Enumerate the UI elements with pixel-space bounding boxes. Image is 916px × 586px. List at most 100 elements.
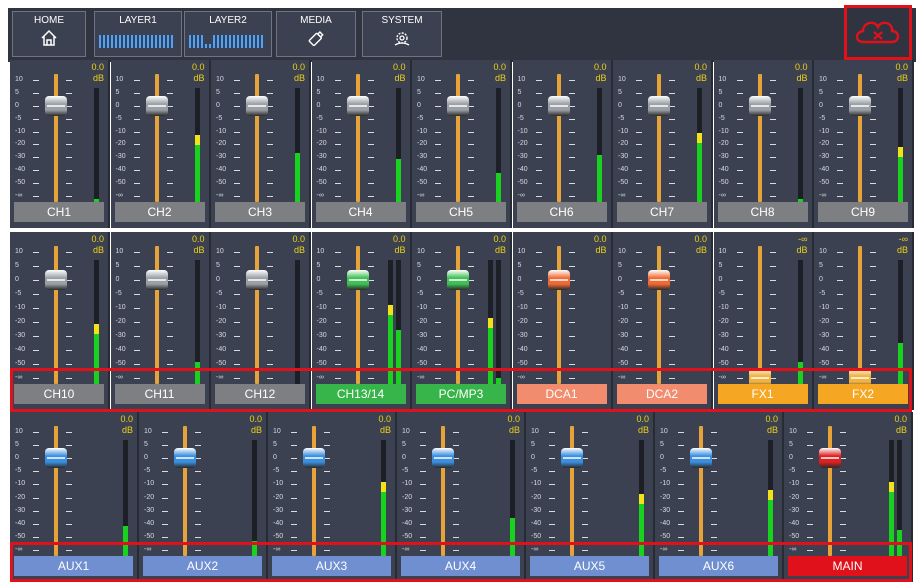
scale-tick [669,170,675,172]
channel-label-button[interactable]: CH5 [416,202,506,222]
cloud-status-button[interactable] [844,5,912,60]
tab-media[interactable]: MEDIA [276,11,356,57]
fader-track[interactable] [154,246,159,384]
fader-track[interactable] [858,246,862,384]
fader-track[interactable] [456,246,460,384]
scale-tick [468,118,474,120]
fader-track[interactable] [54,74,58,202]
channel-label-button[interactable]: CH7 [617,202,707,222]
fader-knob[interactable] [246,270,268,290]
fader-knob[interactable] [648,270,670,290]
fader-knob[interactable] [346,270,369,290]
level-meter [94,260,99,388]
fader-track[interactable] [255,246,259,384]
channel-label-button[interactable]: DCA1 [516,384,607,404]
fader-track[interactable] [757,246,762,384]
channel-label-button[interactable]: AUX1 [14,556,133,576]
channel-label-button[interactable]: AUX3 [272,556,391,576]
fader-knob[interactable] [547,95,570,116]
level-meter [768,440,773,560]
fader-track[interactable] [699,426,703,556]
tab-system[interactable]: SYSTEM [362,11,442,57]
fader-knob[interactable] [303,448,325,469]
tab-home[interactable]: HOME [12,11,86,57]
fader-track[interactable] [570,426,574,556]
layer-bar [155,35,157,48]
channel-label-button[interactable]: AUX6 [659,556,778,576]
channel-label-button[interactable]: CH2 [114,202,205,222]
fader-track[interactable] [757,74,762,202]
channel-label-button[interactable]: PC/MP3 [416,384,506,404]
channel-label-button[interactable]: AUX2 [143,556,262,576]
channel-label-button[interactable]: FX1 [717,384,808,404]
fader-knob[interactable] [45,95,67,116]
fader-knob[interactable] [346,95,369,116]
fader-knob[interactable] [748,95,771,116]
scale-tick-label: 5 [15,441,39,449]
fader-track[interactable] [556,74,561,202]
fader-track[interactable] [154,74,159,202]
fader-knob[interactable] [561,448,583,469]
tab-layer2[interactable]: LAYER2 [184,11,272,57]
fader-track[interactable] [456,74,460,202]
channel-label-button[interactable]: CH1 [14,202,104,222]
level-meter [123,440,128,560]
fader-track[interactable] [312,426,316,556]
fader-knob[interactable] [246,95,268,116]
fader-knob[interactable] [45,448,67,469]
fader-knob[interactable] [849,95,871,116]
fader-track[interactable] [858,74,862,202]
fader-knob[interactable] [447,270,469,290]
channel-label-button[interactable]: MAIN [788,556,907,576]
fader-track[interactable] [556,246,561,384]
fader-track[interactable] [657,74,661,202]
channel-label-button[interactable]: CH9 [818,202,908,222]
fader-knob[interactable] [648,95,670,116]
scale-tick [66,336,72,337]
fader-knob[interactable] [547,270,570,290]
fader-track[interactable] [255,74,259,202]
channel-label-button[interactable]: CH3 [215,202,305,222]
scale-tick [324,550,330,551]
scale-tick [840,550,846,551]
scale-tick-label: -10 [517,127,542,135]
fader-knob[interactable] [432,448,454,469]
scale-tick-label: -40 [144,519,169,527]
channel-label-button[interactable]: CH13/14 [315,384,406,404]
fader-knob[interactable] [447,95,469,116]
fader-knob[interactable] [145,95,168,116]
fader-track[interactable] [183,426,187,556]
channel-label-button[interactable]: CH8 [717,202,808,222]
scale-tick [769,252,776,253]
fader-knob[interactable] [45,270,67,290]
tab-layer1[interactable]: LAYER1 [94,11,182,57]
scale-tick-label: -40 [15,346,40,353]
fader-track[interactable] [54,246,58,384]
fader-track[interactable] [828,426,832,556]
channel-label-button[interactable]: AUX4 [401,556,520,576]
scale-tick-label: 5 [417,88,441,96]
scale-tick [367,183,374,185]
fader-track[interactable] [657,246,661,384]
scale-tick-label: -10 [115,304,140,311]
fader-knob[interactable] [145,270,168,290]
fader-knob[interactable] [690,448,712,469]
scale-tick [769,364,776,365]
channel-label-button[interactable]: CH4 [315,202,406,222]
fader-track[interactable] [441,426,445,556]
channel-label-button[interactable]: CH11 [114,384,205,404]
fader-track[interactable] [355,74,360,202]
scale-tick-label: 10 [819,76,843,83]
channel-label-button[interactable]: FX2 [818,384,908,404]
fader-track[interactable] [54,426,58,556]
channel-label-button[interactable]: CH6 [516,202,607,222]
fader-knob[interactable] [819,448,841,469]
fader-track[interactable] [355,246,360,384]
channel-label-button[interactable]: CH10 [14,384,104,404]
fader-knob[interactable] [174,448,196,469]
channel-label-button[interactable]: DCA2 [617,384,707,404]
channel-label-button[interactable]: AUX5 [530,556,649,576]
scale-tick-label: -50 [618,360,643,367]
level-meter [889,440,894,560]
channel-label-button[interactable]: CH12 [215,384,305,404]
